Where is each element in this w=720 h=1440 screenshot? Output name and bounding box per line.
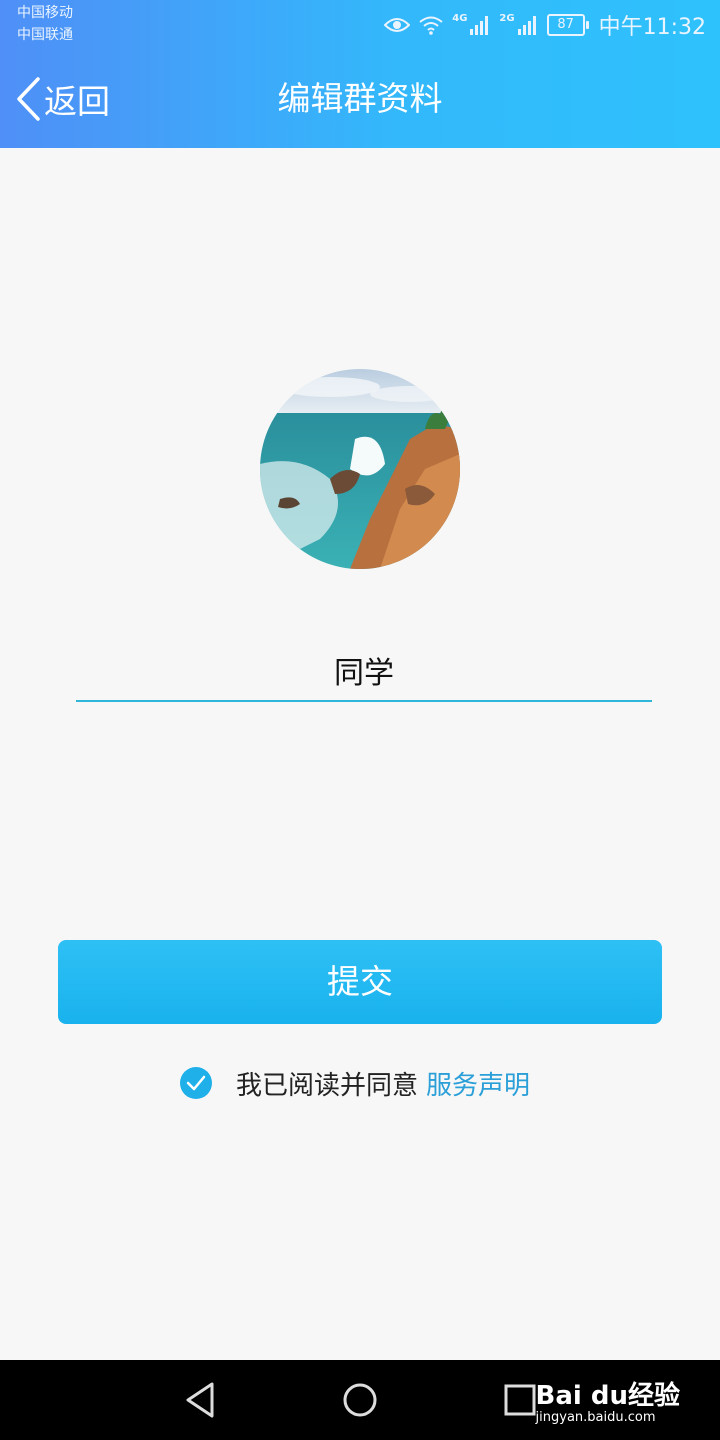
carrier-1: 中国移动 xyxy=(17,5,73,21)
nav-recents-button[interactable] xyxy=(500,1380,540,1420)
square-recents-icon xyxy=(504,1384,536,1416)
signal-icon-2 xyxy=(517,16,536,35)
agreement-row: 我已阅读并同意 服务声明 xyxy=(180,1062,530,1104)
group-name-input[interactable] xyxy=(76,640,652,702)
network-4g-label: 4G xyxy=(452,12,468,24)
network-2g-label: 2G xyxy=(499,12,515,24)
avatar-image xyxy=(260,369,460,569)
carrier-2: 中国联通 xyxy=(17,27,73,43)
baidu-watermark: Bai du经验 jingyan.baidu.com xyxy=(536,1375,680,1425)
wifi-icon xyxy=(419,16,443,35)
battery-indicator: 87 xyxy=(546,14,589,36)
circle-home-icon xyxy=(343,1383,377,1417)
clock: 中午11:32 xyxy=(598,15,706,40)
checkmark-icon xyxy=(186,1075,206,1091)
agree-text: 我已阅读并同意 xyxy=(236,1070,419,1101)
submit-button[interactable]: 提交 xyxy=(58,940,662,1024)
nav-back-button[interactable] xyxy=(180,1380,220,1420)
triangle-back-icon xyxy=(186,1382,214,1418)
agree-checkbox[interactable] xyxy=(180,1067,212,1099)
watermark-logo: Bai du经验 xyxy=(535,1381,680,1411)
watermark-url: jingyan.baidu.com xyxy=(535,1410,656,1425)
app-header: 中国移动 中国联通 4G 2G 87 中午11:32 返回 编辑群资料 xyxy=(0,0,720,148)
eye-icon xyxy=(384,18,411,32)
page-title: 编辑群资料 xyxy=(277,79,443,118)
status-bar: 中国移动 中国联通 4G 2G 87 中午11:32 xyxy=(0,0,720,50)
status-right: 4G 2G 87 中午11:32 xyxy=(384,10,706,40)
signal-icon-1 xyxy=(470,16,489,35)
service-statement-link[interactable]: 服务声明 xyxy=(426,1065,530,1102)
group-avatar[interactable] xyxy=(260,369,460,569)
nav-home-button[interactable] xyxy=(340,1380,380,1420)
